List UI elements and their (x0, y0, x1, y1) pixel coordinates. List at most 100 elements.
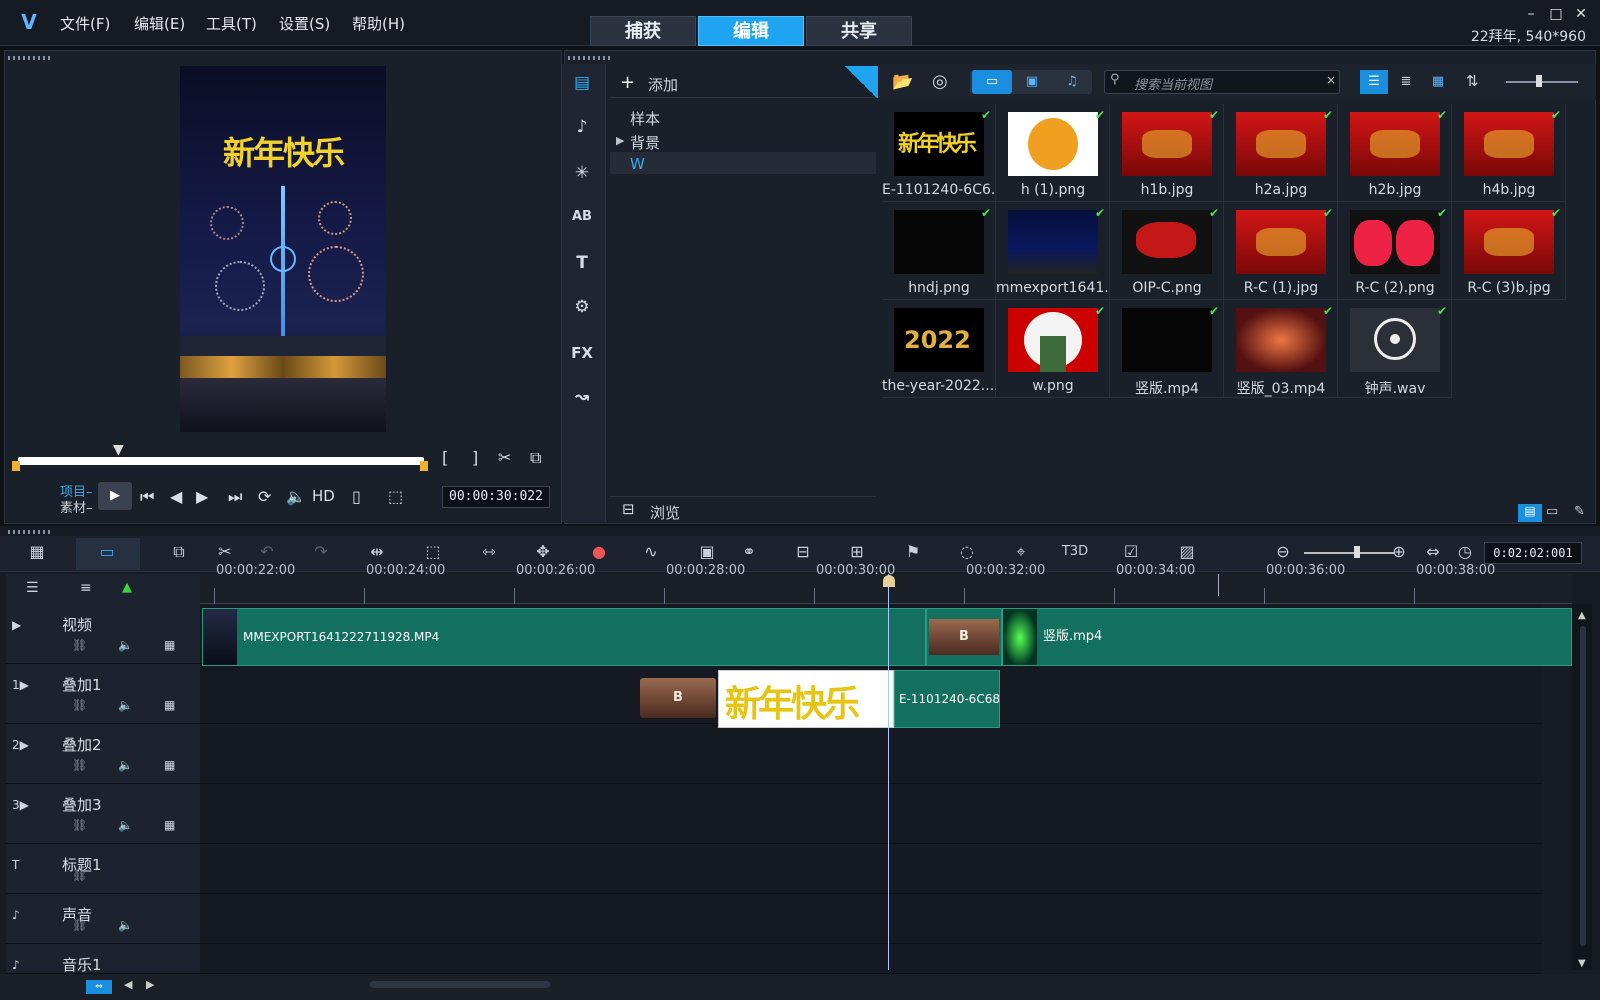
playhead-handle[interactable] (883, 575, 895, 587)
hd-button[interactable]: HD (312, 487, 335, 505)
scroll-left-icon[interactable]: ◀ (124, 978, 132, 991)
zoom-slider[interactable] (1304, 552, 1394, 554)
aperture-icon[interactable]: ◎ (932, 71, 948, 92)
filter-video-icon[interactable]: ▭ (972, 70, 1012, 94)
menu-help[interactable]: 帮助(H) (352, 13, 405, 34)
grid-icon[interactable]: ▦ (164, 638, 175, 652)
chapter-icon[interactable]: ≡ (80, 580, 92, 596)
link-icon[interactable]: ⛓ (72, 818, 87, 832)
media-thumbnail[interactable]: ✔ h2b.jpg (1338, 104, 1452, 202)
link-icon[interactable]: ⛓ (72, 868, 87, 882)
media-thumbnail[interactable]: ✔ mmexport1641... (996, 202, 1110, 300)
split-icon[interactable]: ⇿ (474, 540, 504, 564)
timecode-field[interactable]: 00:00:30:022 (442, 486, 550, 508)
import-folder-icon[interactable]: 📂 (892, 72, 913, 92)
volume-icon[interactable]: 🔈 (286, 487, 306, 506)
audio-wave-icon[interactable]: ∿ (636, 540, 666, 564)
tab-edit[interactable]: 编辑 (698, 16, 804, 46)
prev-frame-icon[interactable]: ◀ (170, 487, 182, 506)
track-lane[interactable] (200, 844, 1542, 894)
playhead[interactable] (888, 574, 889, 970)
grid-icon[interactable]: ▦ (164, 758, 175, 772)
transition-block[interactable]: B (926, 608, 1002, 666)
track-header[interactable]: 1▶ 叠加1 ⛓ 🔈 ▦ (6, 664, 200, 724)
media-thumbnail[interactable]: ✔ R-C (2).png (1338, 202, 1452, 300)
filter-photo-icon[interactable]: ▣ (1012, 70, 1052, 94)
minimize-icon[interactable]: – (1520, 6, 1542, 22)
media-thumbnail[interactable]: ✔ hndj.png (882, 202, 996, 300)
link-icon[interactable]: ⛓ (72, 918, 87, 932)
scrub-bar[interactable] (18, 457, 424, 465)
zoom-track-icon[interactable]: ⇔ (86, 980, 112, 994)
device-icon[interactable]: ▯ (352, 487, 361, 506)
panel-grip[interactable] (568, 56, 612, 60)
media-thumbnail[interactable]: ✔ 竖版_03.mp4 (1224, 300, 1338, 398)
close-icon[interactable]: ✕ (1570, 6, 1592, 22)
browse-icon[interactable]: ⊟ (622, 500, 635, 518)
track-header[interactable]: 2▶ 叠加2 ⛓ 🔈 ▦ (6, 724, 200, 784)
media-thumbnail[interactable]: 2022 the-year-2022.... (882, 300, 996, 398)
pin-icon[interactable] (844, 66, 878, 98)
title-ab-icon[interactable]: AB (562, 200, 602, 234)
folder-w[interactable]: W (630, 155, 645, 173)
mode-clip[interactable]: 素材– (60, 497, 93, 516)
view-thumbnails-icon[interactable]: ▦ (1424, 70, 1452, 94)
blend-icon[interactable]: ⚭ (734, 540, 764, 564)
grid-icon[interactable]: ▦ (164, 698, 175, 712)
storyboard-view-icon[interactable]: ▦ (22, 540, 52, 564)
3d-title-icon[interactable]: T3D (1060, 540, 1090, 564)
panel-grip[interactable] (8, 530, 52, 534)
mute-icon[interactable]: 🔈 (118, 818, 133, 832)
zoom-in-icon[interactable]: ⊕ (1384, 540, 1414, 564)
path-icon[interactable]: ↝ (562, 380, 602, 414)
tracking-icon[interactable]: ⌖ (1006, 540, 1036, 564)
repeat-icon[interactable]: ⟳ (258, 487, 271, 506)
filter-audio-icon[interactable]: ♫ (1052, 70, 1092, 94)
mute-icon[interactable]: 🔈 (118, 638, 133, 652)
overlay-clip-thumb[interactable]: 新年快乐 (718, 670, 894, 728)
track-header[interactable]: ♪ 声音 ⛓ 🔈 (6, 894, 200, 944)
folder-samples[interactable]: 样本 (630, 108, 660, 129)
media-thumbnail[interactable]: ✔ w.png (996, 300, 1110, 398)
record-icon[interactable]: ● (584, 540, 614, 564)
split-scissors-icon[interactable]: ✂ (498, 448, 511, 467)
media-thumbnail[interactable]: ✔ 钟声.wav (1338, 300, 1452, 398)
redo-icon[interactable]: ↷ (306, 540, 336, 564)
scroll-right-icon[interactable]: ▶ (146, 978, 154, 991)
media-thumbnail[interactable]: ✔ h1b.jpg (1110, 104, 1224, 202)
maximize-icon[interactable]: □ (1545, 6, 1567, 22)
horizontal-scroll-thumb[interactable] (370, 981, 550, 988)
add-icon[interactable]: + (620, 72, 635, 93)
link-icon[interactable]: ⛓ (72, 698, 87, 712)
fit-timeline-icon[interactable]: ⇔ (1418, 540, 1448, 564)
tab-share[interactable]: 共享 (806, 16, 912, 46)
mark-in-handle[interactable] (12, 461, 20, 471)
video-clip-2[interactable]: 竖版.mp4 (1002, 608, 1572, 666)
title-t-icon[interactable]: T (562, 246, 602, 280)
zoom-knob[interactable] (1354, 546, 1360, 558)
view-details-icon[interactable]: ≣ (1392, 70, 1420, 94)
split-screen-icon[interactable]: ⊞ (842, 540, 872, 564)
crop-icon[interactable]: ⬚ (388, 487, 403, 506)
tab-capture[interactable]: 捕获 (590, 16, 696, 46)
media-thumbnail[interactable]: ✔ 竖版.mp4 (1110, 300, 1224, 398)
mute-icon[interactable]: 🔈 (118, 918, 133, 932)
scroll-up-icon[interactable]: ▲ (1578, 610, 1586, 621)
link-icon[interactable]: ⛓ (72, 638, 87, 652)
track-lane[interactable] (200, 944, 1542, 974)
go-start-icon[interactable]: ⏮ (140, 487, 154, 507)
media-thumbnail[interactable]: ✔ OIP-C.png (1110, 202, 1224, 300)
auto-check-icon[interactable]: ☑ (1116, 540, 1146, 564)
browse-button[interactable]: 浏览 (650, 502, 680, 523)
thumb-size-knob[interactable] (1536, 75, 1542, 87)
zoom-out-icon[interactable]: ⊖ (1268, 540, 1298, 564)
play-button[interactable]: ▶ (98, 482, 132, 510)
undo-icon[interactable]: ↶ (252, 540, 282, 564)
copy-icon[interactable]: ⧉ (164, 540, 194, 564)
link-icon[interactable]: ⛓ (72, 758, 87, 772)
panel-grip[interactable] (8, 56, 52, 60)
menu-file[interactable]: 文件(F) (60, 13, 110, 34)
thumb-size-slider[interactable] (1506, 81, 1578, 83)
media-thumbnail[interactable]: ✔ h2a.jpg (1224, 104, 1338, 202)
fx-icon[interactable]: FX (562, 336, 602, 370)
